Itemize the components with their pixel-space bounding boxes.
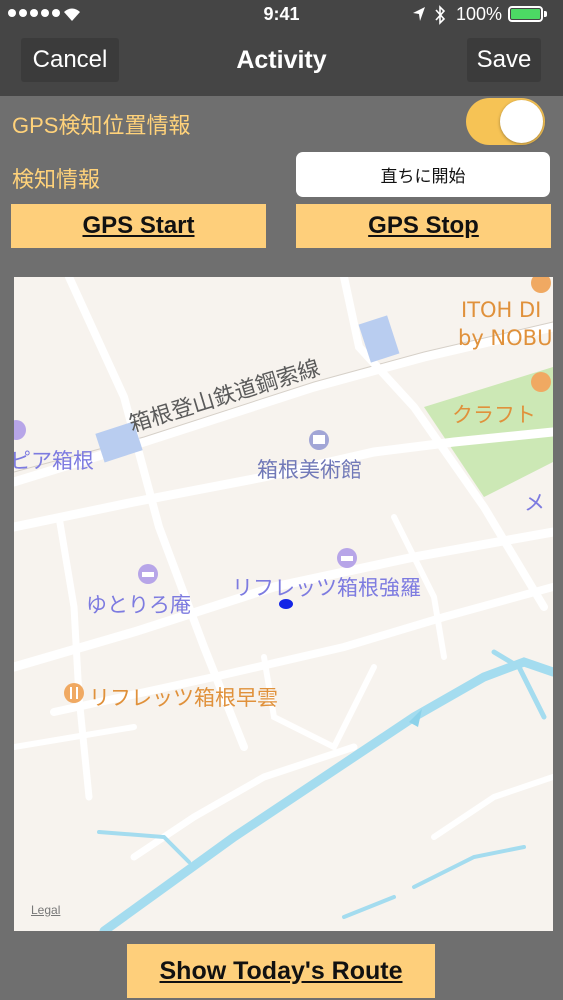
map-legal-link[interactable]: Legal [31, 903, 60, 917]
restaurant-pin-icon [64, 683, 84, 703]
map-label-me: メ [524, 491, 545, 515]
location-arrow-icon [413, 7, 425, 21]
map-view[interactable]: 箱根登山鉄道鋼索線 箱根美術館 リフレッツ箱根強羅 ゆとりろ庵 リフレッツ箱根早… [14, 277, 553, 931]
detection-select-field[interactable]: 直ちに開始 [296, 152, 550, 197]
map-label-yutoriro: ゆとりろ庵 [86, 593, 191, 617]
detection-label: 検知情報 [12, 167, 101, 192]
map-canvas: 箱根登山鉄道鋼索線 箱根美術館 リフレッツ箱根強羅 ゆとりろ庵 リフレッツ箱根早… [14, 277, 553, 931]
map-label-itoh-1: ITOH DI [461, 298, 541, 322]
gps-start-button[interactable]: GPS Start [11, 204, 266, 248]
gps-stop-button[interactable]: GPS Stop [296, 204, 551, 248]
save-button[interactable]: Save [467, 38, 541, 82]
show-todays-route-button[interactable]: Show Today's Route [127, 944, 435, 998]
current-location-marker [279, 599, 293, 609]
map-label-museum: 箱根美術館 [257, 458, 362, 482]
gps-location-label: GPS検知位置情報 [12, 113, 191, 138]
battery-tip [544, 11, 547, 17]
navigation-bar: Cancel Activity Save [0, 30, 563, 96]
map-label-refresh-hayakumo: リフレッツ箱根早雲 [89, 686, 278, 710]
map-label-pia: ピア箱根 [14, 449, 94, 473]
gps-location-toggle[interactable] [466, 98, 545, 145]
map-label-refresh-gora: リフレッツ箱根強羅 [232, 576, 421, 600]
hotel-pin-icon-3 [14, 420, 26, 440]
shop-pin-icon [531, 372, 551, 392]
map-label-craft: クラフト [452, 403, 536, 427]
battery-percent: 100% [456, 4, 503, 24]
bluetooth-icon [435, 5, 446, 25]
map-label-itoh-2: by NOBU [458, 326, 552, 350]
toggle-knob [500, 100, 543, 143]
restaurant-pin-icon-2 [531, 277, 551, 293]
battery-icon [508, 6, 543, 22]
status-bar: 9:41 100% [0, 0, 563, 30]
